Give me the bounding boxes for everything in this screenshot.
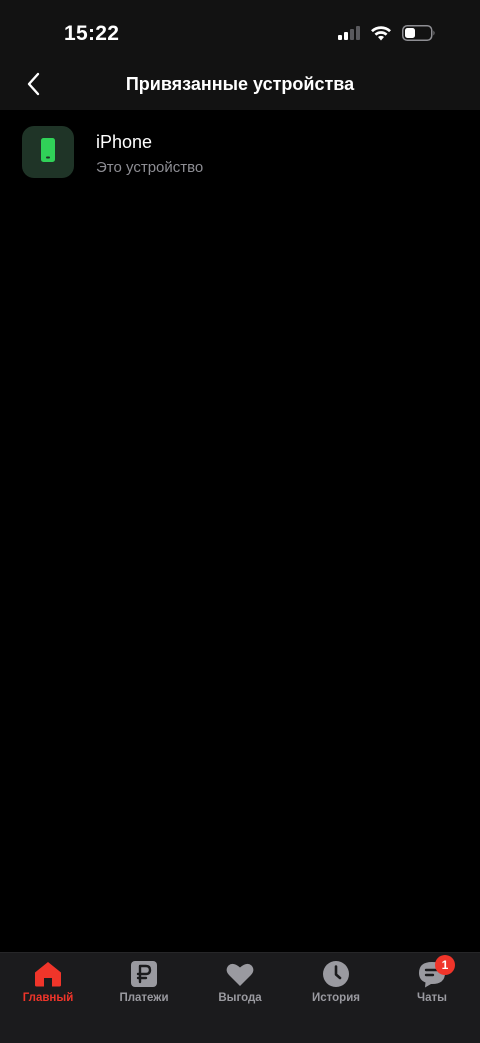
- tab-benefits[interactable]: Выгода: [192, 959, 288, 1017]
- tab-label: История: [312, 992, 360, 1004]
- status-icons: [338, 25, 436, 46]
- status-time: 15:22: [64, 22, 120, 45]
- tab-label: Чаты: [417, 992, 447, 1004]
- unread-badge: 1: [435, 955, 455, 975]
- tab-label: Выгода: [218, 992, 262, 1004]
- device-name: iPhone: [96, 132, 153, 152]
- smartphone-icon: [41, 137, 55, 167]
- battery-icon: [402, 25, 436, 46]
- wifi-icon: [370, 25, 392, 46]
- tab-home[interactable]: Главный: [0, 959, 96, 1017]
- page-title: Привязанные устройства: [125, 74, 355, 94]
- ruble-icon: [129, 959, 159, 989]
- device-item[interactable]: iPhone Это устройство: [22, 126, 458, 180]
- cellular-signal-icon: [338, 26, 360, 45]
- heart-icon: [225, 959, 255, 989]
- tab-bar: Главный Платежи Выгода История 1 Чаты: [0, 952, 480, 1043]
- status-bar: 15:22: [0, 0, 480, 60]
- device-subtitle: Это устройство: [96, 159, 204, 176]
- chat-icon: 1: [417, 955, 455, 989]
- tab-label: Платежи: [119, 992, 169, 1004]
- tab-chats[interactable]: 1 Чаты: [384, 955, 480, 1017]
- tab-history[interactable]: История: [288, 959, 384, 1017]
- tab-label: Главный: [22, 992, 74, 1004]
- devices-list: iPhone Это устройство: [0, 110, 480, 952]
- tab-payments[interactable]: Платежи: [96, 959, 192, 1017]
- clock-icon: [321, 959, 351, 989]
- navigation-bar: Привязанные устройства: [0, 60, 480, 110]
- home-icon: [33, 959, 63, 989]
- device-icon-container: [22, 126, 74, 178]
